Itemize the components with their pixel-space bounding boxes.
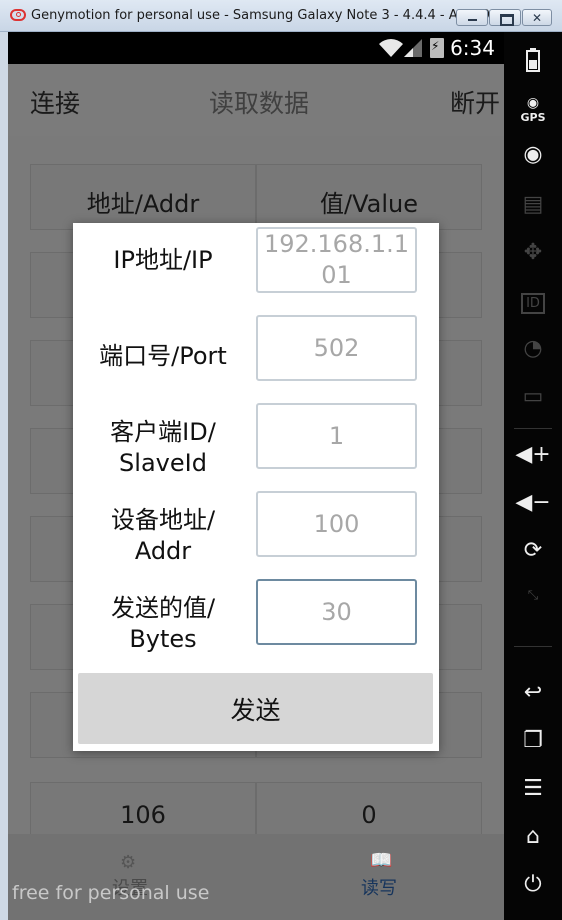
battery-charging-icon [430,38,444,58]
gear-icon: ⚙ [120,852,137,873]
watermark-text: free for personal use [12,882,210,904]
book-icon: 📖 [370,850,393,871]
android-status-bar: 6:34 [8,32,504,64]
menu-icon[interactable]: ☰ [504,776,562,801]
device-screen: 6:34 连接 读取数据 断开 地址/Addr 值/Value 106 0 [8,32,504,920]
close-button[interactable]: ✕ [522,9,552,26]
gps-icon[interactable]: ◉ GPS [504,95,562,124]
rotate-icon[interactable]: ⟳ [504,538,562,563]
device-addr-label: 设备地址/ Addr [110,506,216,565]
recent-apps-icon[interactable]: ❐ [504,728,562,753]
ip-address-field[interactable]: 192.168.1.1 01 [256,227,417,293]
window-title: Genymotion for personal use - Samsung Ga… [31,8,503,23]
id-icon: ID [504,288,562,314]
close-icon: ✕ [532,11,543,25]
volume-up-icon[interactable]: ◀+ [504,442,562,467]
read-data-action[interactable]: 读取数据 [209,84,309,120]
slave-id-field[interactable]: 1 [256,403,417,469]
camera-icon[interactable]: ◉ [504,142,562,167]
video-icon: ▤ [522,192,544,217]
port-field[interactable]: 502 [256,315,417,381]
bottom-navigation: ⚙ 设置 📖 读写 [8,834,504,920]
rss-icon: ◔ [523,336,543,361]
volume-down-icon[interactable]: ◀− [504,490,562,515]
signal-icon [404,39,422,57]
send-button[interactable]: 发送 [78,673,433,744]
status-clock: 6:34 [450,36,495,60]
connection-dialog: IP地址/IP 192.168.1.1 01 端口号/Port 502 客户端I… [73,223,439,751]
port-label: 端口号/Port [99,342,227,370]
dpad-icon: ✥ [523,240,543,265]
maximize-button[interactable] [489,9,521,26]
genymotion-logo-icon [10,9,26,21]
table-cell-value: 0 [361,801,377,829]
send-value-label: 发送的值/ Bytes [110,594,216,653]
wifi-icon [379,39,403,57]
toolbar-separator [514,646,552,647]
nav-item-readwrite[interactable]: 读写 [361,874,397,900]
battery-icon[interactable] [504,48,562,78]
sms-icon: ▭ [522,384,544,409]
table-cell-addr: 106 [120,801,166,829]
scale-icon: ⤡ [527,588,539,603]
toolbar-separator [514,428,552,429]
minimize-button[interactable] [456,9,488,26]
back-icon[interactable]: ↩ [504,680,562,705]
slave-id-label: 客户端ID/ SlaveId [110,418,216,477]
genymotion-window: Genymotion for personal use - Samsung Ga… [0,0,562,920]
app-action-bar: 连接 读取数据 断开 [8,64,504,136]
ip-label: IP地址/IP [113,246,213,274]
device-addr-field[interactable]: 100 [256,491,417,557]
emulator-toolbar: ◉ GPS ◉ ▤ ✥ ID ◔ ▭ ◀+ ◀− ⟳ ⤡ ↩ ❐ ☰ ⌂ ⏻ [504,32,562,920]
power-icon[interactable]: ⏻ [504,872,562,897]
home-icon[interactable]: ⌂ [504,824,562,849]
title-bar[interactable]: Genymotion for personal use - Samsung Ga… [0,0,562,32]
table-header-addr: 地址/Addr [30,164,256,230]
send-value-field[interactable]: 30 [256,579,417,645]
table-header-value: 值/Value [256,164,482,230]
connect-action[interactable]: 连接 [30,84,80,120]
disconnect-action[interactable]: 断开 [450,84,500,120]
